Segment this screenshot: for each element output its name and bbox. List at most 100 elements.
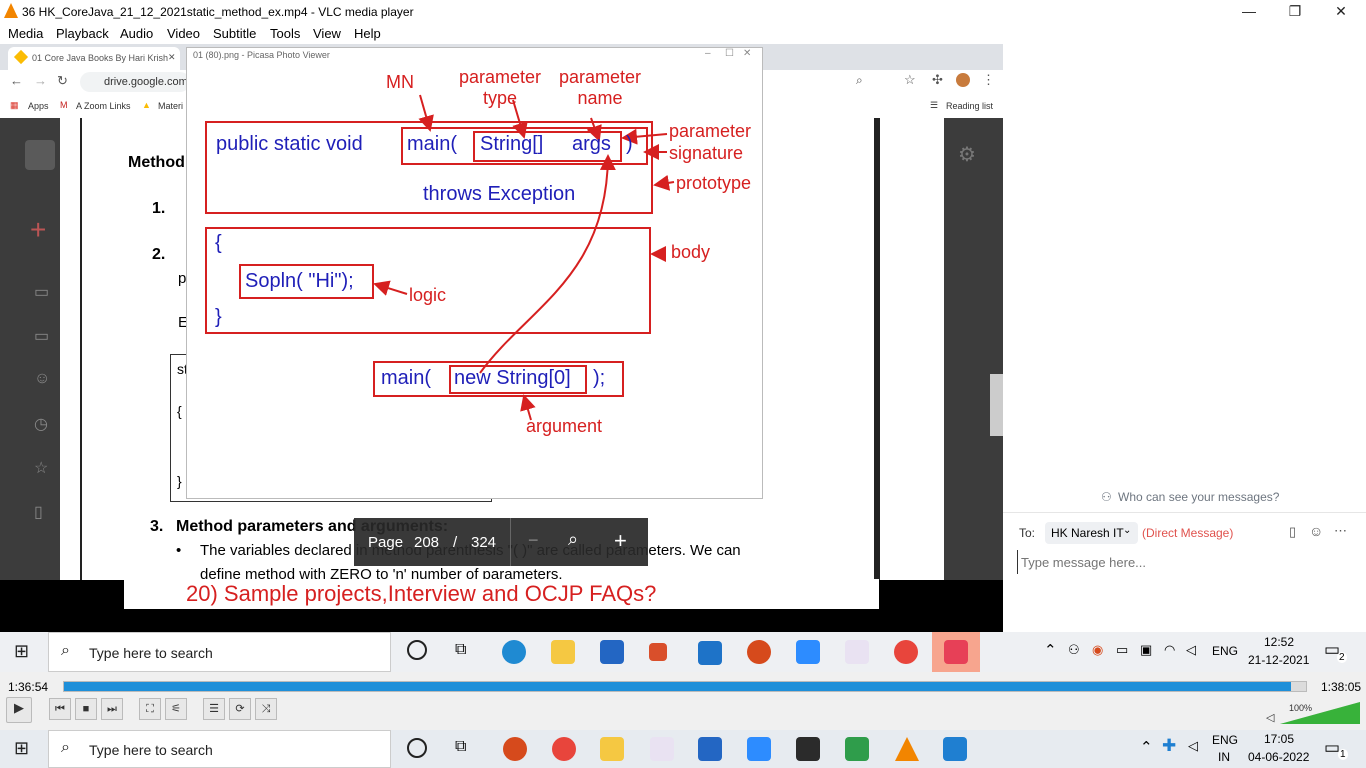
clock-date[interactable]: 04-06-2022 [1248, 750, 1309, 764]
playlist-button[interactable]: ☰ [203, 698, 225, 720]
chrome-icon[interactable] [552, 737, 576, 761]
tray-screen-icon[interactable]: ▣ [1140, 642, 1152, 658]
trash-icon[interactable]: ▯ [34, 502, 43, 522]
file-explorer-icon[interactable] [600, 737, 624, 761]
add-icon[interactable]: ✚ [1162, 736, 1176, 756]
menu-subtitle[interactable]: Subtitle [213, 26, 256, 41]
cortana-icon[interactable] [407, 738, 427, 758]
extended-settings-button[interactable]: ⚟ [165, 698, 187, 720]
bookmark-apps[interactable]: Apps [28, 101, 49, 111]
zoom-magnifier-icon[interactable]: ⌕ [568, 529, 578, 550]
menu-media[interactable]: Media [8, 26, 43, 41]
gift-icon[interactable] [649, 643, 667, 661]
clock-time[interactable]: 17:05 [1264, 732, 1294, 746]
shuffle-button[interactable]: ⤨ [255, 698, 277, 720]
mail-icon[interactable] [698, 641, 722, 665]
more-options-icon[interactable]: ⋯ [1334, 523, 1347, 539]
tray-record-icon[interactable]: ◉ [1092, 642, 1103, 658]
clock-time[interactable]: 12:52 [1264, 635, 1294, 649]
avatar[interactable] [956, 73, 970, 87]
vlc-taskbar-icon[interactable] [895, 737, 919, 761]
task-view-icon[interactable]: ⧉ [455, 738, 466, 756]
chrome-icon[interactable] [894, 640, 918, 664]
show-hidden-icons[interactable]: ⌃ [1140, 738, 1153, 756]
show-hidden-icons[interactable]: ⌃ [1044, 641, 1057, 659]
language-indicator[interactable]: ENG [1212, 644, 1238, 658]
new-plus-icon[interactable]: + [30, 214, 46, 246]
menu-tools[interactable]: Tools [270, 26, 300, 41]
recent-icon[interactable]: ◷ [34, 414, 48, 434]
stop-button[interactable]: ■ [75, 698, 97, 720]
zoom-in-icon[interactable]: + [614, 528, 627, 554]
battery-icon[interactable]: ▭ [1116, 642, 1128, 658]
recorder-icon[interactable] [747, 640, 771, 664]
star-icon[interactable]: ☆ [904, 72, 916, 88]
snipping-icon[interactable] [650, 737, 674, 761]
screen-recorder-icon[interactable] [944, 640, 968, 664]
photos-icon[interactable] [943, 737, 967, 761]
file-icon[interactable]: ▯ [1289, 524, 1296, 540]
minimize-button[interactable]: — [1226, 0, 1272, 22]
forward-icon[interactable]: → [34, 73, 47, 88]
store-icon[interactable] [698, 737, 722, 761]
bookmark-materi[interactable]: Materi [158, 101, 183, 111]
back-icon[interactable]: ← [10, 73, 23, 88]
clock-date[interactable]: 21-12-2021 [1248, 653, 1309, 667]
next-button[interactable]: ⏭ [101, 698, 123, 720]
seek-bar[interactable] [63, 681, 1307, 692]
windows-start-icon[interactable]: ⊞ [14, 738, 29, 759]
settings-gear-icon[interactable]: ⚙ [958, 142, 976, 167]
scrollbar-thumb[interactable] [990, 374, 1003, 436]
speaker-icon[interactable]: ◁ [1188, 738, 1198, 754]
file-explorer-icon[interactable] [551, 640, 575, 664]
inner-search-box[interactable]: ⌕ Type here to search [48, 632, 391, 672]
more-icon[interactable]: ⋮ [982, 72, 995, 88]
page-number[interactable]: 208 [414, 534, 439, 551]
previous-button[interactable]: ⏮ [49, 698, 71, 720]
apps-icon[interactable]: ▦ [10, 100, 19, 111]
wifi-icon[interactable]: ◠ [1164, 642, 1175, 658]
zoom-app-icon[interactable] [747, 737, 771, 761]
menu-playback[interactable]: Playback [56, 26, 109, 41]
chat-recipient-dropdown[interactable]: HK Naresh IT ⌄ [1045, 522, 1138, 544]
reload-icon[interactable]: ↻ [57, 73, 68, 89]
my-drive-icon[interactable]: ▭ [34, 282, 49, 302]
zoom-app-icon[interactable] [796, 640, 820, 664]
menu-video[interactable]: Video [167, 26, 200, 41]
region-indicator[interactable]: IN [1218, 750, 1230, 764]
reading-list[interactable]: Reading list [946, 101, 993, 111]
computers-icon[interactable]: ▭ [34, 326, 49, 346]
store-icon[interactable] [600, 640, 624, 664]
url-field[interactable]: drive.google.com [80, 72, 190, 92]
starred-icon[interactable]: ☆ [34, 458, 48, 478]
menu-help[interactable]: Help [354, 26, 381, 41]
windows-start-icon[interactable]: ⊞ [14, 641, 29, 662]
restore-button[interactable]: ❐ [1272, 0, 1318, 22]
tray-icon[interactable]: ⚇ [1068, 642, 1080, 658]
zoom-out-icon[interactable]: − [528, 530, 539, 551]
shared-icon[interactable]: ☺ [34, 370, 50, 388]
play-button[interactable]: ▶ [6, 697, 32, 723]
zoom-icon[interactable]: ⌕ [856, 73, 863, 88]
chat-who-can-see[interactable]: Who can see your messages? [1118, 490, 1279, 504]
outer-search-box[interactable]: ⌕ Type here to search [48, 730, 391, 768]
browser-tab[interactable]: 01 Core Java Books By Hari Krish ✕ [8, 47, 180, 70]
language-indicator[interactable]: ENG [1212, 733, 1238, 747]
cortana-icon[interactable] [407, 640, 427, 660]
bookmark-zoom-links[interactable]: A Zoom Links [76, 101, 131, 111]
close-button[interactable]: ✕ [1318, 0, 1364, 22]
menu-audio[interactable]: Audio [120, 26, 153, 41]
tab-close-icon[interactable]: ✕ [168, 52, 176, 63]
speaker-icon[interactable]: ◁ [1186, 642, 1196, 658]
chat-message-input[interactable] [1017, 550, 1353, 574]
emoji-icon[interactable]: ☺ [1309, 523, 1323, 539]
sticky-notes-icon[interactable] [796, 737, 820, 761]
loop-button[interactable]: ⟳ [229, 698, 251, 720]
snipping-icon[interactable] [845, 640, 869, 664]
edge-icon[interactable] [502, 640, 526, 664]
recorder-icon[interactable] [503, 737, 527, 761]
volume-slider[interactable] [1280, 702, 1360, 724]
fullscreen-button[interactable]: ⛶ [139, 698, 161, 720]
excel-icon[interactable] [845, 737, 869, 761]
volume-icon[interactable]: ◁ [1266, 711, 1274, 724]
